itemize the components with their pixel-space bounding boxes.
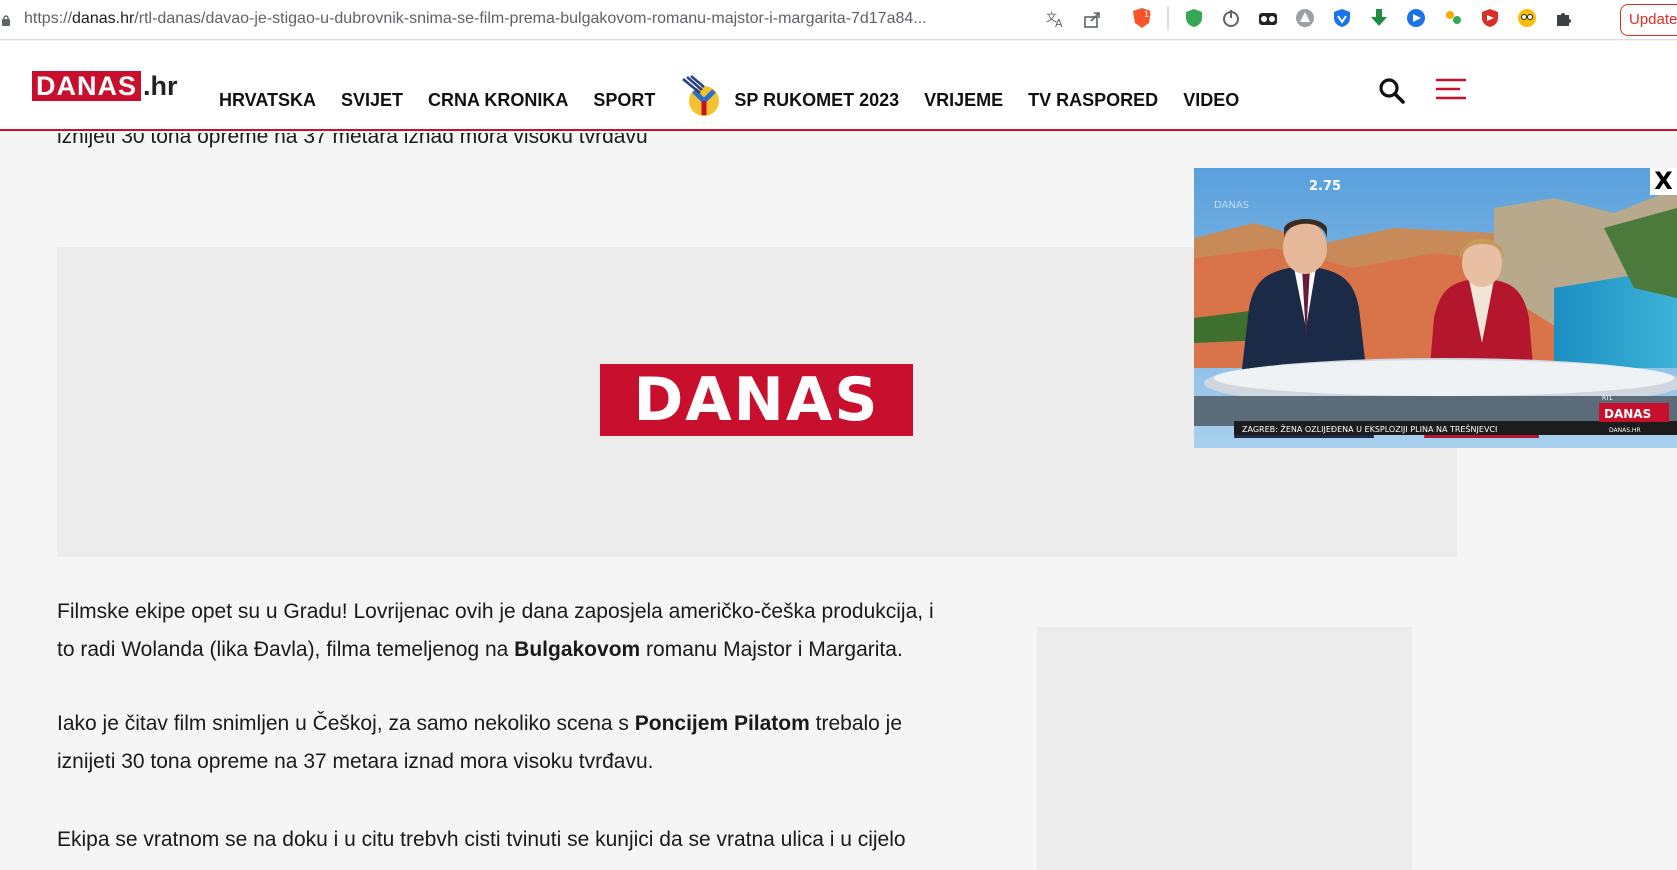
url-host: danas.hr <box>72 10 135 27</box>
logo-text: DANAS <box>32 71 142 101</box>
lock-icon[interactable] <box>2 13 10 26</box>
nav-crna-kronika[interactable]: CRNA KRONIKA <box>428 90 568 111</box>
share-icon[interactable] <box>1081 8 1103 35</box>
ad-logo: DANAS <box>600 364 913 436</box>
article-paragraph: Iako je čitav film snimljen u Češkoj, za… <box>57 712 903 773</box>
glasses-icon[interactable] <box>1256 6 1280 30</box>
article-paragraph: Filmske ekipe opet su u Gradu! Lovrijena… <box>57 600 934 661</box>
video-watermark: DANAS <box>1214 200 1249 211</box>
triangle-icon[interactable] <box>1293 6 1317 30</box>
update-button[interactable]: Update <box>1620 4 1677 36</box>
ublock-icon[interactable] <box>1478 6 1502 30</box>
hamburger-menu-icon[interactable] <box>1434 77 1468 101</box>
video-frame: ZAGREB: ŽENA OZLIJEĐENA U EKSPLOZIJI PLI… <box>1194 168 1677 448</box>
address-bar[interactable]: https://danas.hr/rtl-danas/davao-je-stig… <box>24 10 1032 28</box>
nav-sp-rukomet-label: SP RUKOMET 2023 <box>734 90 900 110</box>
video-counter: 2.75 <box>1309 179 1341 194</box>
download-icon[interactable] <box>1367 6 1391 30</box>
nav-sp-rukomet[interactable]: SP RUKOMET 2023 <box>680 75 899 126</box>
nav-tv-raspored[interactable]: TV RASPORED <box>1028 90 1158 111</box>
article-body: Filmske ekipe opet su u Gradu! Lovrijena… <box>57 593 947 870</box>
floating-video-player[interactable]: ZAGREB: ŽENA OZLIJEĐENA U EKSPLOZIJI PLI… <box>1194 168 1677 448</box>
people-icon[interactable] <box>1441 6 1465 30</box>
url-prefix: https:// <box>24 10 73 27</box>
article-text-fragment: iznijeti 30 tona opreme na 37 metara izn… <box>57 133 648 148</box>
url-path: /rtl-danas/davao-je-stigao-u-dubrovnik-s… <box>134 10 927 27</box>
video-badge-top: RTL <box>1602 395 1613 402</box>
handball-icon <box>680 75 726 126</box>
video-close-button[interactable]: X <box>1650 168 1677 195</box>
translate-icon[interactable]: 文A <box>1045 8 1067 35</box>
vpn-shield-icon[interactable] <box>1330 6 1354 30</box>
shield-check-icon[interactable] <box>1182 6 1206 30</box>
play-circle-icon[interactable] <box>1404 6 1428 30</box>
power-icon[interactable] <box>1219 6 1243 30</box>
brave-badge: 15 <box>1144 10 1154 19</box>
search-icon[interactable] <box>1378 77 1406 105</box>
brave-shield-icon[interactable]: 15 <box>1130 6 1154 30</box>
nav-vrijeme[interactable]: VRIJEME <box>924 90 1003 111</box>
site-header: DANAS .hr HRVATSKA SVIJET CRNA KRONIKA S… <box>0 41 1677 131</box>
video-ticker: ZAGREB: ŽENA OZLIJEĐENA U EKSPLOZIJI PLI… <box>1242 423 1497 434</box>
face-mask-icon[interactable] <box>1515 6 1539 30</box>
nav-hrvatska[interactable]: HRVATSKA <box>219 90 316 111</box>
sidebar-ad-placeholder <box>1037 627 1412 870</box>
video-badge: DANAS <box>1604 407 1651 421</box>
nav-svijet[interactable]: SVIJET <box>341 90 403 111</box>
nav-sport[interactable]: SPORT <box>593 90 655 111</box>
video-badge-sub: DANAS.HR <box>1609 427 1641 434</box>
extensions-puzzle-icon[interactable] <box>1552 6 1576 30</box>
article-paragraph-cut: Ekipa se vratnom se na doku i u citu tre… <box>57 828 906 851</box>
browser-toolbar: https://danas.hr/rtl-danas/davao-je-stig… <box>0 0 1677 40</box>
svg-text:A: A <box>1055 17 1063 30</box>
main-nav: HRVATSKA SVIJET CRNA KRONIKA SPORT SP RU… <box>219 75 1239 126</box>
logo-domain: .hr <box>143 70 178 101</box>
site-logo[interactable]: DANAS .hr <box>32 71 178 101</box>
nav-video[interactable]: VIDEO <box>1183 90 1239 111</box>
